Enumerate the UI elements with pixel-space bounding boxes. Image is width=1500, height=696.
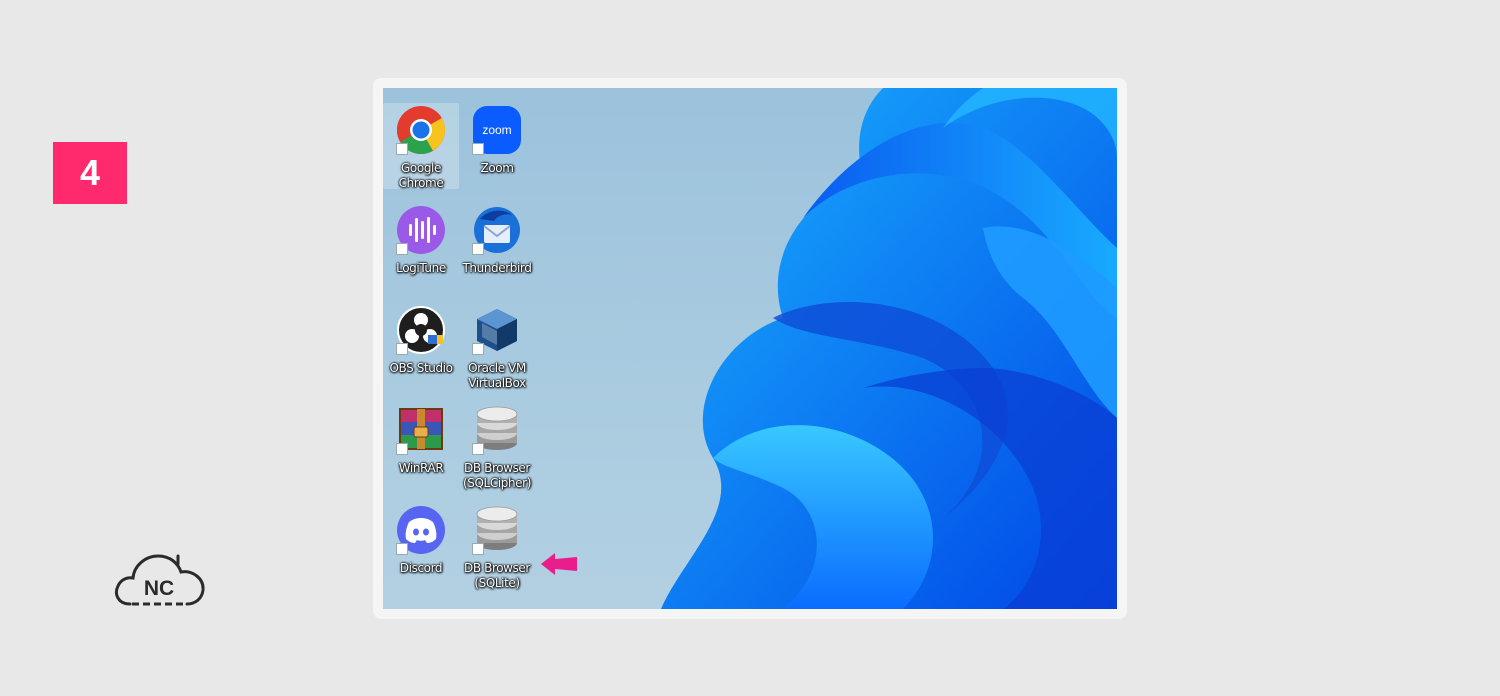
desktop-icon-thunderbird[interactable]: Thunderbird <box>459 203 535 289</box>
icon-label: Zoom <box>480 161 514 175</box>
chrome-icon <box>396 105 446 155</box>
icon-label: Oracle VM VirtualBox <box>468 361 526 390</box>
desktop-icon-google-chrome[interactable]: Google Chrome <box>383 103 459 190</box>
shortcut-arrow-icon <box>472 343 484 355</box>
desktop-icon-discord[interactable]: Discord <box>383 503 459 589</box>
shortcut-arrow-icon <box>472 143 484 155</box>
step-number-badge: 4 <box>53 142 127 204</box>
shortcut-arrow-icon <box>396 343 408 355</box>
shortcut-arrow-icon <box>396 243 408 255</box>
icon-label: OBS Studio <box>389 361 453 375</box>
zoom-icon: zoom <box>472 105 522 155</box>
shortcut-arrow-icon <box>396 143 408 155</box>
logitune-icon <box>396 205 446 255</box>
windows-desktop: Google Chrome zoom Zoom LogiTune Thunder… <box>383 88 1117 609</box>
desktop-icon-logitune[interactable]: LogiTune <box>383 203 459 289</box>
desktop-icon-db-browser-sqlite[interactable]: DB Browser (SQLite) <box>459 503 535 590</box>
logo-text: NC <box>144 577 174 600</box>
icon-label: LogiTune <box>396 261 446 275</box>
icon-label: DB Browser (SQLCipher) <box>463 461 531 490</box>
virtualbox-icon <box>472 305 522 355</box>
zoom-logo-text: zoom <box>482 123 511 137</box>
pointer-arrow-icon <box>541 553 577 575</box>
desktop-icon-obs-studio[interactable]: OBS Studio <box>383 303 459 389</box>
shortcut-arrow-icon <box>472 543 484 555</box>
shortcut-arrow-icon <box>396 443 408 455</box>
thunderbird-icon <box>472 205 522 255</box>
discord-icon <box>396 505 446 555</box>
desktop-icon-zoom[interactable]: zoom Zoom <box>459 103 535 189</box>
shortcut-arrow-icon <box>396 543 408 555</box>
icon-label: DB Browser (SQLite) <box>464 561 530 590</box>
shortcut-arrow-icon <box>472 243 484 255</box>
icon-label: Discord <box>399 561 443 575</box>
desktop-icon-winrar[interactable]: WinRAR <box>383 403 459 489</box>
screenshot-frame: Google Chrome zoom Zoom LogiTune Thunder… <box>373 78 1127 619</box>
desktop-icon-virtualbox[interactable]: Oracle VM VirtualBox <box>459 303 535 390</box>
winrar-icon <box>396 405 446 455</box>
nc-cloud-logo: NC <box>115 554 205 606</box>
desktop-icon-db-browser-sqlcipher[interactable]: DB Browser (SQLCipher) <box>459 403 535 490</box>
icon-label: WinRAR <box>398 461 444 475</box>
shortcut-arrow-icon <box>472 443 484 455</box>
database-icon <box>472 405 522 455</box>
icon-label: Google Chrome <box>398 161 444 190</box>
icon-label: Thunderbird <box>462 261 532 275</box>
database-icon <box>472 505 522 555</box>
obs-icon <box>396 305 446 355</box>
